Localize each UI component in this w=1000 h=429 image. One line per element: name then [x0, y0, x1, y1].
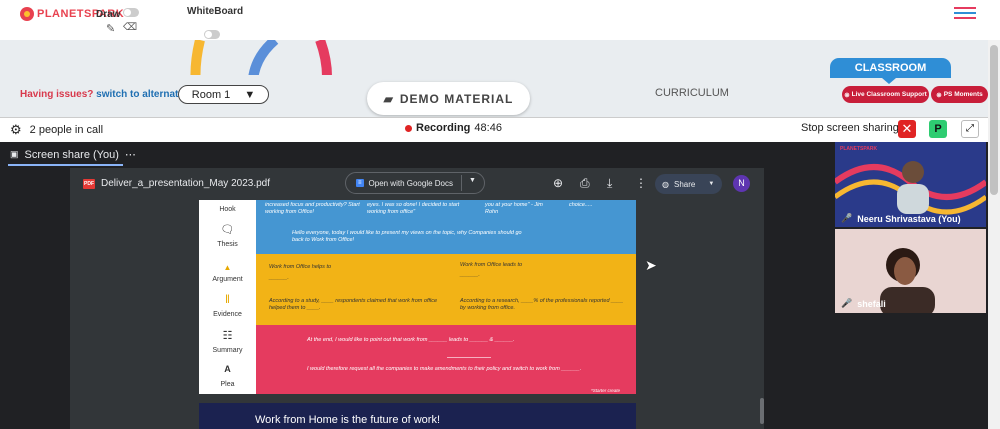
ps-moments-label: PS Moments	[943, 91, 983, 98]
share-button[interactable]: ◍ Share ▼	[655, 174, 722, 194]
recording-status: Recording 48:46	[405, 122, 502, 134]
mic-icon[interactable]: 🎤	[841, 213, 852, 224]
print-icon[interactable]: ⎙	[580, 176, 590, 191]
menu-icon[interactable]	[954, 7, 976, 22]
draw-label: Draw	[96, 9, 121, 20]
pencil-icon[interactable]: ✎	[106, 22, 115, 35]
open-with-label: Open with Google Docs	[368, 178, 454, 188]
pdf-filename: PDF Deliver_a_presentation_May 2023.pdf	[83, 178, 270, 189]
room-value: Room 1	[191, 88, 231, 101]
dropdown-icon: ▼	[708, 181, 715, 187]
speech-icon: 🗨	[220, 224, 235, 236]
pdf-icon: PDF	[83, 178, 95, 189]
curriculum-tab[interactable]: CURRICULUM	[655, 87, 729, 99]
add-to-drive-icon[interactable]: ⊕	[553, 176, 563, 190]
gear-icon[interactable]: ⚙	[10, 122, 22, 138]
slide-label-summary: Summary	[212, 347, 243, 354]
live-support-button[interactable]: ⊗ Live Classroom Support	[842, 86, 929, 103]
participant-name: 🎤 shefali	[841, 298, 886, 309]
slide-label-thesis: Thesis	[217, 241, 238, 248]
recording-time: 48:46	[474, 122, 502, 134]
share-label: Share	[673, 179, 696, 189]
pdf-scrollbar[interactable]	[760, 398, 764, 424]
docs-icon: ≡	[356, 179, 364, 187]
eraser-icon[interactable]: ⌫	[123, 22, 137, 33]
slide-label-evidence: Evidence	[213, 311, 242, 318]
argument-icon: ▲	[223, 263, 232, 272]
dropdown-icon[interactable]: ▼	[469, 177, 476, 184]
live-support-label: Live Classroom Support	[851, 91, 927, 98]
next-slide-title: Work from Home is the future of work!	[255, 414, 441, 426]
evidence-text-1: According to a study, ____ respondents c…	[269, 298, 438, 311]
draw-toggle[interactable]	[123, 8, 139, 17]
summary-plea-band	[256, 325, 636, 394]
p-badge-button[interactable]: P	[929, 120, 947, 138]
avatar[interactable]: N	[733, 175, 750, 192]
summary-icon: ☷	[222, 330, 233, 342]
evidence-icon: ‖	[225, 292, 230, 306]
demo-material-button[interactable]: ▰ DEMO MATERIAL	[367, 82, 530, 115]
slide-label-hook: Hook	[219, 206, 236, 213]
top-bar	[0, 0, 1000, 40]
plea-text: I would therefore request all the compan…	[307, 366, 582, 372]
divider-line	[447, 357, 491, 358]
open-with-google-docs-button[interactable]: ≡ Open with Google Docs ▼	[345, 172, 485, 194]
more-vert-icon[interactable]: ⋮	[635, 176, 647, 190]
participant-tile-self[interactable]: PLANETSPARK 🎤 Neeru Shrivastava (You)	[835, 142, 986, 227]
hook-text-1: increased focus and productivity? Start …	[265, 202, 360, 215]
stop-share-button[interactable]: ✕	[898, 120, 916, 138]
ps-moments-button[interactable]: ⊗ PS Moments	[931, 86, 988, 103]
thesis-text: Hello everyone, today I would like to pr…	[292, 230, 522, 243]
screen-share-label: Screen share (You)	[24, 148, 119, 161]
divider	[461, 175, 462, 191]
tab-underline	[8, 164, 123, 166]
plea-icon: A	[224, 364, 231, 374]
people-count: ⚙ 2 people in call	[10, 122, 103, 138]
slide-page: Hook 🗨 Thesis ▲ Argument ‖ Evidence ☷ Su…	[199, 200, 636, 394]
room-select[interactable]: Room 1 ▼	[178, 85, 269, 104]
participant-name-text: Neeru Shrivastava (You)	[857, 213, 961, 224]
close-circle-icon: ⊗	[936, 91, 942, 99]
demo-material-label: DEMO MATERIAL	[399, 91, 514, 106]
recording-dot-icon	[405, 124, 412, 132]
whiteboard-label: WhiteBoard	[187, 6, 244, 17]
summary-text: At the end, I would like to point out th…	[307, 337, 515, 343]
slide-label-argument: Argument	[212, 276, 243, 283]
participant-name-text: shefali	[857, 298, 886, 309]
tile-logo: PLANETSPARK	[840, 146, 878, 152]
caret-down-icon: ▼	[244, 88, 256, 101]
argument-text-2: Work from Office leads to	[460, 262, 523, 268]
argument-text-1: Work from Office helps to	[269, 264, 332, 270]
recording-label: Recording	[416, 122, 471, 134]
stop-share-label: Stop screen sharing	[801, 122, 899, 134]
participant-name: 🎤 Neeru Shrivastava (You)	[841, 213, 961, 224]
people-label: 2 people in call	[29, 124, 104, 136]
whiteboard-toggle[interactable]	[204, 30, 220, 39]
argument-blank-1: ______.	[269, 275, 289, 281]
classroom-tab[interactable]: CLASSROOM	[830, 58, 951, 84]
starter-note: *Starter create	[591, 388, 621, 393]
logo-icon	[20, 7, 34, 21]
page-scrollbar-thumb[interactable]	[990, 45, 998, 195]
participant-tile-shefali[interactable]: 🎤 shefali	[835, 229, 986, 313]
evidence-text-2: According to a research, ____% of the pr…	[460, 298, 624, 311]
slide-label-plea: Plea	[220, 381, 235, 388]
screen-share-tab[interactable]: ▣ Screen share (You) ⋯	[10, 148, 136, 162]
mouse-cursor-icon: ➤	[645, 257, 657, 273]
more-icon[interactable]: ⋯	[125, 148, 136, 161]
next-slide: Work from Home is the future of work!	[199, 403, 636, 429]
pdf-filename-text: Deliver_a_presentation_May 2023.pdf	[101, 178, 270, 189]
hook-text-4: choice.....	[569, 202, 593, 208]
issue-label: Having issues?	[20, 89, 94, 100]
folder-icon: ▰	[383, 91, 394, 106]
hook-text-2: eyes. I was so done! I decided to start …	[367, 202, 460, 215]
mic-icon[interactable]: 🎤	[841, 298, 852, 309]
close-circle-icon: ⊗	[844, 91, 850, 99]
globe-icon: ◍	[662, 179, 669, 189]
argument-blank-2: ______.	[460, 272, 480, 278]
download-icon[interactable]: ⤓	[607, 176, 612, 191]
expand-icon[interactable]: ⤢	[961, 120, 979, 138]
hook-text-3: you at your home" - Jim Rohn	[485, 202, 543, 215]
screen-icon: ▣	[10, 149, 19, 159]
